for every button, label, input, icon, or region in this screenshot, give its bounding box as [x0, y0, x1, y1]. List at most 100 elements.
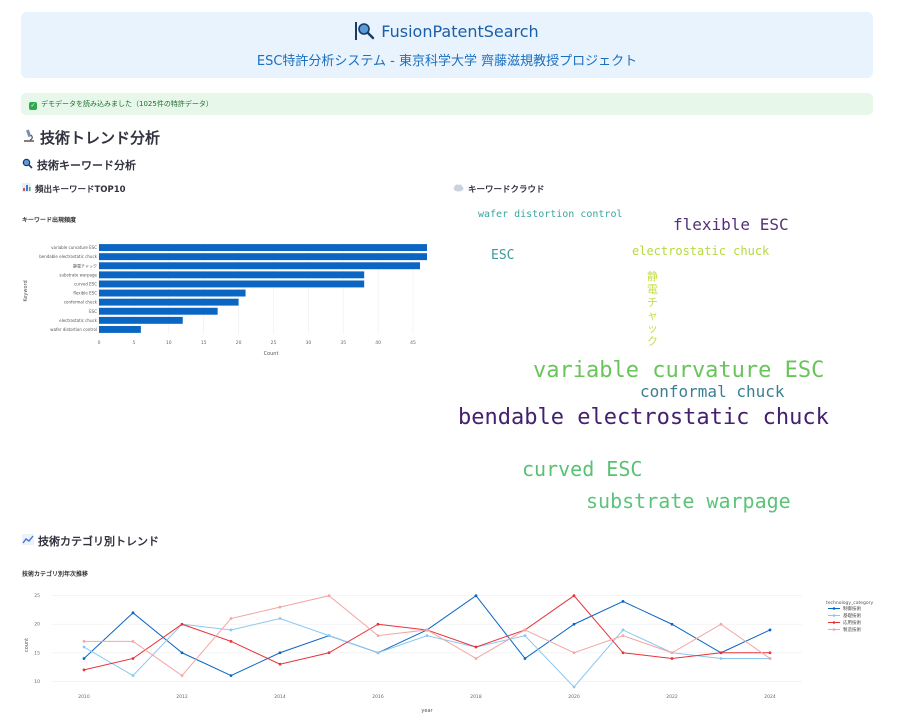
cloud-word-conformal-chuck: conformal chuck [640, 382, 785, 401]
series-point [328, 594, 331, 597]
app-title: FusionPatentSearch [381, 22, 538, 41]
bar-x-tick-label: 35 [340, 340, 346, 346]
series-point [769, 657, 772, 660]
series-point [622, 651, 625, 654]
series-point [83, 640, 86, 643]
bar [99, 308, 218, 315]
section-title-trend: 技術トレンド分析 [22, 127, 160, 148]
bar-x-tick-label: 5 [132, 340, 135, 346]
bar-x-tick-label: 40 [375, 340, 381, 346]
section-title-trend-text: 技術トレンド分析 [40, 129, 160, 147]
line-y-tick-label: 15 [34, 650, 40, 656]
bar-y-tick-label: 静電チャック [73, 262, 97, 268]
series-point [671, 651, 674, 654]
bar-y-tick-label: ESC [89, 309, 97, 314]
series-point [279, 606, 282, 609]
bar [99, 280, 364, 287]
bar-x-tick-label: 45 [410, 340, 416, 346]
series-point [181, 623, 184, 626]
category-line-chart: 技術カテゴリ別年次推移 2010201220142016201820202022… [22, 566, 892, 716]
legend-swatch-point [833, 607, 836, 610]
bar [99, 299, 239, 306]
app-header: FusionPatentSearch ESC特許分析システム - 東京科学大学 … [21, 12, 873, 78]
series-point [83, 657, 86, 660]
bar-y-tick-label: bendable electrostatic chuck [39, 254, 97, 259]
cloud-word-flexible-esc: flexible ESC [673, 215, 789, 234]
legend-swatch-point [833, 621, 836, 624]
series-point [132, 657, 135, 660]
cloud-word-bendable-electrostatic-chuck: bendable electrostatic chuck [458, 405, 829, 430]
bar-y-tick-label: wafer distortion control [50, 327, 97, 332]
series-point [475, 657, 478, 660]
series-point [426, 629, 429, 632]
bar-chart-title: キーワード出現頻度 [22, 216, 77, 224]
series-point [622, 629, 625, 632]
bar-y-tick-label: substrate warpage [59, 272, 97, 277]
notice-text: デモデータを読み込みました（1025件の特許データ） [41, 100, 213, 108]
bar-x-tick-label: 0 [98, 340, 101, 346]
series-point [279, 663, 282, 666]
series-point [279, 617, 282, 620]
series-point [181, 674, 184, 677]
series-point [573, 686, 576, 689]
cloud-word-esc: ESC [491, 248, 514, 263]
series-line [84, 596, 770, 670]
legend-item-label: 制御技術 [843, 605, 861, 612]
bar-y-tick-label: variable curvature ESC [51, 245, 97, 250]
series-point [573, 594, 576, 597]
series-point [83, 646, 86, 649]
bar-y-tick-label: electrostatic chuck [59, 318, 98, 323]
series-point [720, 651, 723, 654]
series-point [769, 629, 772, 632]
line-chart-icon [22, 534, 34, 548]
legend-swatch-point [833, 628, 836, 631]
series-point [230, 617, 233, 620]
bar [99, 326, 141, 333]
bar-y-tick-label: curved ESC [74, 281, 97, 286]
cloud-word-substrate-warpage: substrate warpage [586, 489, 791, 513]
bar-x-tick-label: 10 [166, 340, 172, 346]
bar-x-tick-label: 20 [236, 340, 242, 346]
line-y-tick-label: 25 [34, 593, 40, 599]
bar [99, 244, 427, 251]
series-point [83, 668, 86, 671]
app-title-row: FusionPatentSearch [21, 22, 873, 41]
line-y-tick-label: 10 [34, 679, 40, 685]
section-title-cloud: キーワードクラウド [453, 183, 545, 195]
series-point [475, 594, 478, 597]
bar-x-tick-label: 25 [271, 340, 277, 346]
line-chart-legend-title: technology_category [826, 600, 873, 606]
series-point [720, 657, 723, 660]
section-title-top10-text: 頻出キーワードTOP10 [35, 185, 126, 195]
line-x-tick-label: 2018 [470, 694, 482, 700]
section-title-cloud-text: キーワードクラウド [468, 185, 545, 195]
legend-swatch-point [833, 614, 836, 617]
series-point [426, 634, 429, 637]
bar [99, 271, 364, 278]
magnifier-icon [22, 158, 33, 172]
success-notice: ✓デモデータを読み込みました（1025件の特許データ） [21, 93, 873, 115]
line-x-tick-label: 2016 [372, 694, 384, 700]
bar-chart-ylabel: Keyword [23, 280, 29, 301]
series-point [230, 674, 233, 677]
keyword-bar-chart: キーワード出現頻度 variable curvature ESC bendable… [22, 210, 442, 360]
series-point [132, 611, 135, 614]
line-x-tick-label: 2012 [176, 694, 188, 700]
cloud-word-curved-esc: curved ESC [522, 457, 642, 481]
series-point [181, 651, 184, 654]
series-point [573, 651, 576, 654]
cloud-word-electrostatic-chuck: electrostatic chuck [632, 244, 769, 258]
series-point [769, 651, 772, 654]
section-title-category-text: 技術カテゴリ別トレンド [38, 535, 159, 548]
line-chart-title: 技術カテゴリ別年次推移 [22, 570, 88, 578]
legend-item-label: 製造技術 [843, 626, 861, 633]
bar-chart-icon [22, 183, 31, 195]
series-point [622, 600, 625, 603]
cloud-word-seiden-chuck: 静電チャック [647, 270, 661, 348]
series-point [475, 646, 478, 649]
bar-y-tick-label: conformal chuck [64, 300, 98, 305]
series-point [524, 634, 527, 637]
magnifier-icon [355, 22, 375, 40]
series-point [279, 651, 282, 654]
cloud-icon [453, 183, 464, 195]
